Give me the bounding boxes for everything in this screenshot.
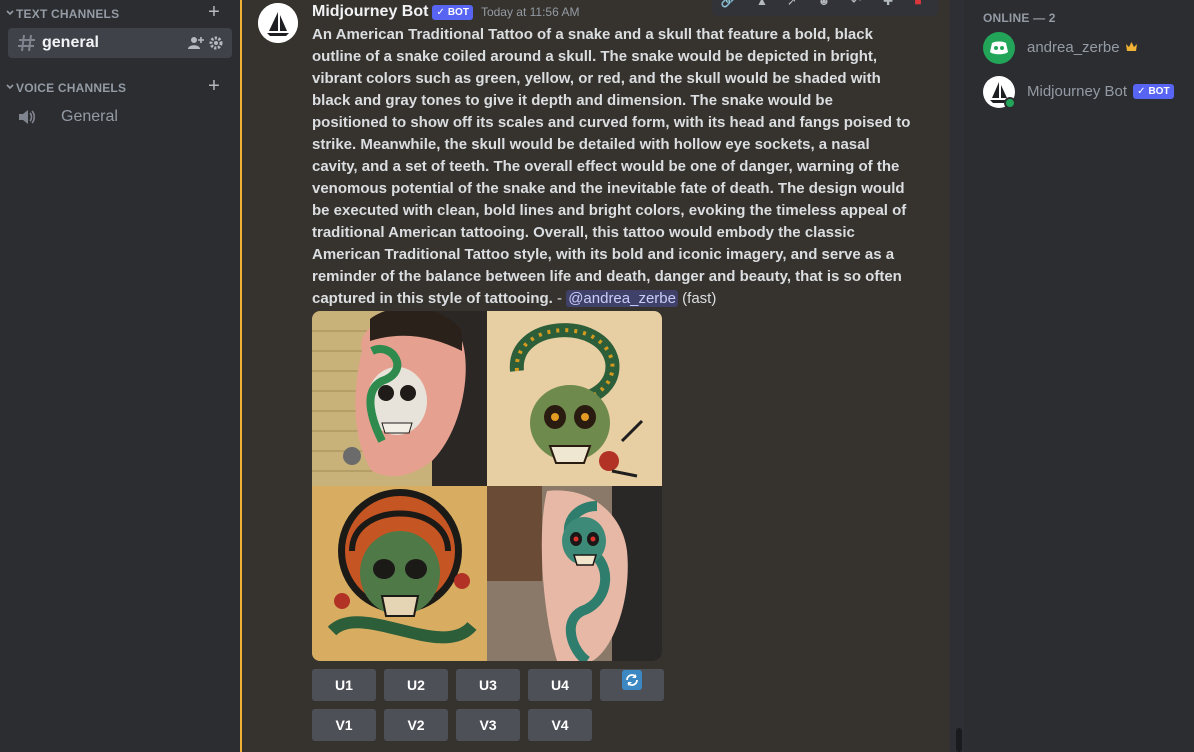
avatar[interactable] [258, 3, 298, 43]
user-mention[interactable]: @andrea_zerbe [566, 290, 678, 307]
reaction-icon[interactable]: ☻ [816, 0, 832, 8]
message-timestamp: Today at 11:56 AM [480, 5, 580, 19]
gear-icon[interactable] [208, 35, 224, 51]
pin-icon[interactable]: ➚ [784, 0, 800, 8]
voice-channel-general[interactable]: General [8, 102, 232, 132]
speed-tag: (fast) [682, 290, 717, 307]
thread-icon[interactable]: ▲ [754, 0, 770, 8]
more-icon[interactable]: ✚ [880, 0, 896, 8]
link-icon[interactable]: 🔗 [720, 0, 736, 8]
bot-badge: ✓ BOT [1133, 84, 1174, 99]
verified-check-icon: ✓ [436, 6, 445, 18]
bot-badge-label: BOT [447, 6, 469, 18]
chevron-down-icon [5, 7, 15, 19]
variation-button-3[interactable]: V3 [456, 709, 520, 741]
reply-icon[interactable]: ↶ [848, 0, 864, 8]
prompt-text: An American Traditional Tattoo of a snak… [312, 26, 911, 307]
bot-badge-label: BOT [1148, 86, 1170, 97]
member-name: andrea_zerbe [1027, 39, 1120, 56]
generated-image-4[interactable] [487, 486, 662, 661]
variation-button-2[interactable]: V2 [384, 709, 448, 741]
message-area: 🔗 ▲ ➚ ☻ ↶ ✚ ■ Midjourney Bot ✓ BOT Today … [242, 0, 950, 752]
channel-general[interactable]: general [8, 28, 232, 58]
category-label: TEXT CHANNELS [16, 7, 120, 21]
upscale-button-4[interactable]: U4 [528, 669, 592, 701]
channel-label: General [61, 108, 118, 125]
create-channel-icon[interactable]: + [205, 76, 223, 96]
category-text-channels[interactable]: TEXT CHANNELS + [0, 2, 240, 24]
upscale-button-2[interactable]: U2 [384, 669, 448, 701]
member-name-row: andrea_zerbe [1027, 39, 1138, 56]
message-header: Midjourney Bot ✓ BOT Today at 11:56 AM [312, 2, 579, 22]
chevron-down-icon [5, 81, 15, 93]
scrollbar-thumb[interactable] [956, 728, 962, 752]
category-voice-channels[interactable]: VOICE CHANNELS + [0, 76, 240, 98]
message-toolbar: 🔗 ▲ ➚ ☻ ↶ ✚ ■ [712, 0, 938, 16]
bot-badge: ✓ BOT [432, 4, 473, 20]
avatar [983, 32, 1015, 64]
crown-icon [1125, 39, 1138, 56]
member-andrea-zerbe[interactable]: andrea_zerbe [983, 32, 1183, 66]
online-status-icon [1004, 97, 1016, 109]
reroll-button[interactable] [600, 669, 664, 701]
invite-user-icon[interactable] [188, 35, 204, 51]
member-name: Midjourney Bot [1027, 83, 1128, 100]
upscale-button-3[interactable]: U3 [456, 669, 520, 701]
delete-icon[interactable]: ■ [910, 0, 926, 8]
generated-image-2[interactable] [487, 311, 662, 486]
speaker-icon [16, 106, 38, 128]
member-group-header: ONLINE — 2 [983, 11, 1056, 25]
variation-button-1[interactable]: V1 [312, 709, 376, 741]
refresh-icon [622, 669, 642, 701]
member-name-row: Midjourney Bot ✓ BOT [1027, 83, 1174, 100]
image-grid[interactable] [312, 311, 662, 661]
separator: - [552, 290, 567, 307]
message-author[interactable]: Midjourney Bot [312, 3, 428, 21]
member-list: ONLINE — 2 andrea_zerbe Midjourney Bot ✓… [964, 0, 1194, 752]
category-label: VOICE CHANNELS [16, 81, 127, 95]
variation-button-4[interactable]: V4 [528, 709, 592, 741]
generated-image-3[interactable] [312, 486, 487, 661]
create-channel-icon[interactable]: + [205, 2, 223, 22]
hash-icon [16, 32, 38, 54]
generated-image-1[interactable] [312, 311, 487, 486]
upscale-button-1[interactable]: U1 [312, 669, 376, 701]
channel-label: general [42, 34, 99, 51]
member-midjourney-bot[interactable]: Midjourney Bot ✓ BOT [983, 76, 1183, 110]
verified-check-icon: ✓ [1137, 86, 1146, 97]
channel-sidebar: TEXT CHANNELS + general VOICE CHANNELS +… [0, 0, 240, 752]
message-content: An American Traditional Tattoo of a snak… [312, 24, 912, 310]
scrollbar-track[interactable] [950, 0, 964, 752]
